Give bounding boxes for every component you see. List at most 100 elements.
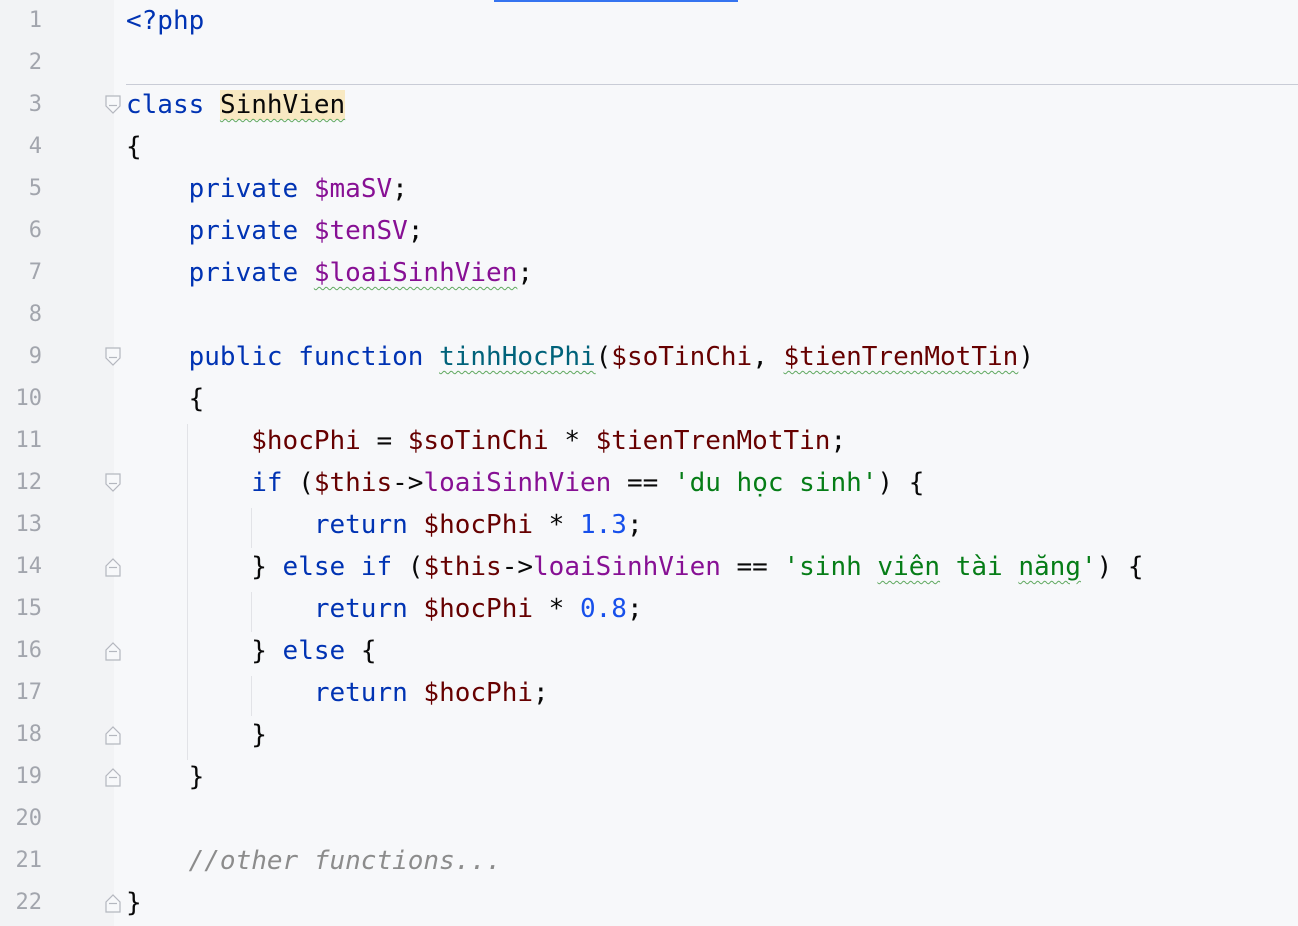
code-token: ->	[392, 468, 424, 498]
code-line[interactable]: } else if ($this->loaiSinhVien == 'sinh …	[126, 546, 1144, 588]
code-token: $hocPhi	[251, 426, 361, 456]
code-token: SinhVien	[219, 90, 346, 120]
line-number: 19	[15, 764, 43, 789]
fold-end-icon[interactable]	[104, 724, 122, 746]
line-number: 7	[28, 260, 42, 285]
fold-end-icon[interactable]	[104, 892, 122, 914]
code-token: )	[1018, 342, 1034, 372]
code-token: loaiSinhVien	[533, 552, 721, 582]
code-token: *	[533, 510, 580, 540]
code-line[interactable]: {	[126, 126, 142, 168]
code-token: $soTinChi	[407, 426, 549, 456]
fold-collapse-icon[interactable]	[104, 346, 122, 368]
line-number: 1	[28, 8, 42, 33]
code-token: ;	[626, 510, 643, 540]
code-token: 1.3	[579, 510, 627, 540]
code-token: $maSV	[313, 174, 393, 204]
code-token: return	[313, 594, 408, 624]
code-line[interactable]: //other functions...	[126, 840, 502, 882]
code-line[interactable]: $hocPhi = $soTinChi * $tienTrenMotTin;	[126, 420, 846, 462]
code-token: $tienTrenMotTin	[783, 342, 1019, 372]
code-token: {	[126, 132, 142, 162]
code-line[interactable]: private $maSV;	[126, 168, 408, 210]
line-number: 2	[28, 50, 42, 75]
code-line[interactable]: private $loaiSinhVien;	[126, 252, 533, 294]
code-token: '	[1080, 552, 1097, 582]
code-token: (	[392, 552, 424, 582]
code-token: =	[360, 426, 408, 456]
line-number: 16	[15, 638, 43, 663]
code-token: *	[533, 594, 580, 624]
line-number: 3	[28, 92, 42, 117]
code-line[interactable]: {	[126, 378, 205, 420]
line-number: 11	[15, 428, 43, 453]
code-line[interactable]: } else {	[126, 630, 376, 672]
code-token: <?php	[126, 6, 205, 36]
code-line[interactable]: return $hocPhi * 1.3;	[126, 504, 643, 546]
line-number: 4	[28, 134, 42, 159]
fold-end-icon[interactable]	[104, 766, 122, 788]
line-number: 18	[15, 722, 43, 747]
code-token: }	[126, 636, 283, 666]
code-token: ) {	[1096, 552, 1144, 582]
code-token: tài	[940, 552, 1019, 582]
code-line[interactable]: private $tenSV;	[126, 210, 424, 252]
code-token: loaiSinhVien	[423, 468, 612, 498]
code-token: private	[188, 174, 299, 204]
fold-end-icon[interactable]	[104, 640, 122, 662]
code-token: ;	[517, 258, 534, 288]
code-token: (	[282, 468, 314, 498]
code-token: $loaiSinhVien	[313, 258, 518, 288]
code-line[interactable]: class SinhVien	[126, 84, 346, 126]
code-line[interactable]: <?php	[126, 0, 204, 42]
code-line[interactable]: public function tinhHocPhi($soTinChi, $t…	[126, 336, 1034, 378]
fold-end-icon[interactable]	[104, 556, 122, 578]
code-token: 0.8	[579, 594, 627, 624]
code-token: }	[126, 888, 142, 918]
code-token: ,	[752, 342, 784, 372]
code-editor[interactable]: 1 2 3 4 5 6 7 8 9 10 11 12 13 14 15 16 17 18 19 20 21 22 <?ph…	[0, 0, 1298, 926]
code-line[interactable]: return $hocPhi;	[126, 672, 549, 714]
code-line[interactable]: }	[126, 756, 205, 798]
code-token: ) {	[877, 468, 925, 498]
code-token: }	[126, 720, 267, 750]
fold-collapse-icon[interactable]	[104, 94, 122, 116]
code-token: $tenSV	[313, 216, 408, 246]
code-line[interactable]: }	[126, 882, 142, 924]
line-number: 8	[28, 302, 42, 327]
code-token: public	[188, 342, 283, 372]
code-token: ->	[501, 552, 534, 582]
code-token: if	[251, 468, 283, 498]
code-token: else if	[282, 552, 393, 582]
code-token: $hocPhi	[423, 594, 533, 624]
code-token: $this	[423, 552, 502, 582]
active-tab-indicator	[494, 0, 738, 2]
code-token: private	[188, 258, 299, 288]
code-token: 'du học sinh'	[673, 468, 878, 498]
line-number: 17	[15, 680, 43, 705]
code-token: $soTinChi	[611, 342, 753, 372]
code-line[interactable]: return $hocPhi * 0.8;	[126, 588, 643, 630]
code-token: ;	[533, 678, 549, 708]
code-token: return	[313, 678, 408, 708]
code-line[interactable]: if ($this->loaiSinhVien == 'du học sinh'…	[126, 462, 924, 504]
code-token: //other functions...	[188, 846, 502, 876]
fold-collapse-icon[interactable]	[104, 472, 122, 494]
line-number: 22	[15, 890, 43, 915]
code-line[interactable]: }	[126, 714, 267, 756]
line-number: 21	[15, 848, 43, 873]
line-number: 20	[15, 806, 43, 831]
code-token: năng	[1018, 552, 1081, 582]
